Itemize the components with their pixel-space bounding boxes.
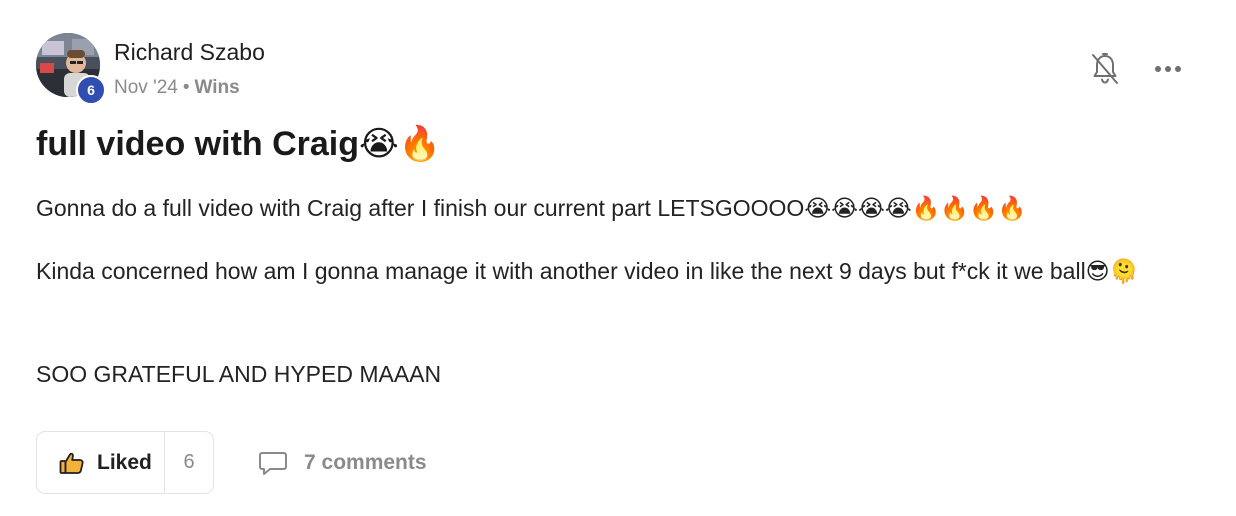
post-paragraph: SOO GRATEFUL AND HYPED MAAAN <box>36 361 442 387</box>
post-card: 6 Richard Szabo Nov '24 • Wins full video … <box>0 0 1236 516</box>
author-avatar-wrap[interactable]: 6 <box>36 33 106 105</box>
level-badge: 6 <box>76 75 106 105</box>
post-date: Nov '24 <box>114 77 178 98</box>
like-count[interactable]: 6 <box>165 432 213 493</box>
post-category[interactable]: Wins <box>194 77 239 98</box>
thumbs-up-icon <box>59 452 84 474</box>
author-name[interactable]: Richard Szabo <box>114 39 265 66</box>
meta-separator: • <box>182 77 190 98</box>
more-horizontal-icon <box>1155 66 1181 72</box>
more-options-button[interactable] <box>1150 58 1186 80</box>
post-title: full video with Craig😭🔥 <box>36 125 442 163</box>
comment-icon <box>259 452 287 475</box>
post-paragraph: Gonna do a full video with Craig after I… <box>36 195 1027 221</box>
like-label: Liked <box>97 450 152 474</box>
like-group: Liked 6 <box>36 431 214 494</box>
notifications-toggle-button[interactable] <box>1088 52 1122 86</box>
like-button[interactable]: Liked <box>37 432 165 493</box>
comments-button[interactable]: 7 comments <box>258 446 427 480</box>
comments-label: 7 comments <box>304 451 427 474</box>
post-meta: Nov '24 • Wins <box>114 77 240 99</box>
post-paragraph: Kinda concerned how am I gonna manage it… <box>36 258 1139 284</box>
bell-off-icon <box>1092 53 1118 84</box>
